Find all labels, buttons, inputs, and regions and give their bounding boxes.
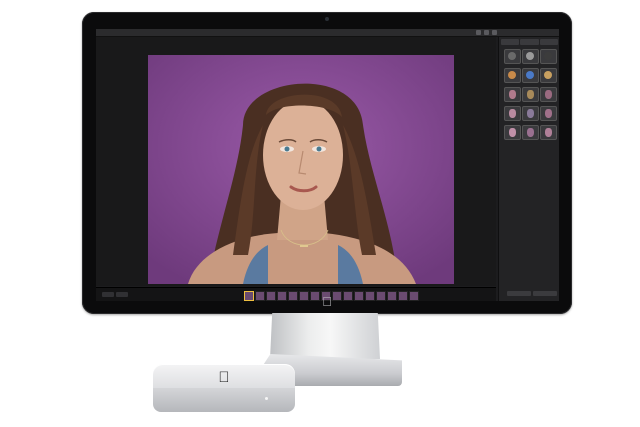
filmstrip-thumbnail[interactable] [277,291,287,301]
apple-logo-icon:  [216,370,232,386]
screen [96,29,559,301]
preset-thumbnail[interactable] [540,87,557,102]
preset-grid [504,49,557,140]
filmstrip-thumbnail[interactable] [288,291,298,301]
tab-adjust[interactable] [539,39,558,45]
filmstrip-thumbnail[interactable] [255,291,265,301]
view-toggle[interactable] [116,292,128,297]
filmstrip-thumbnail[interactable] [376,291,386,301]
preset-face-icon [545,90,552,99]
preset-thumbnail[interactable] [540,106,557,121]
preset-thumbnail[interactable] [522,68,539,83]
tab-presets[interactable] [501,39,520,45]
preset-thumbnail[interactable] [522,106,539,121]
preset-thumbnail[interactable] [504,49,521,64]
mac-mini-top:  [153,364,295,390]
toolbar-icon[interactable] [484,30,489,35]
preset-thumbnail[interactable] [522,87,539,102]
power-led-icon [265,397,268,400]
toolbar-icon[interactable] [492,30,497,35]
zoom-slider[interactable] [102,292,114,297]
portrait-illustration [148,55,454,284]
display-monitor:  [82,12,572,314]
preset-swatch-icon [544,71,552,79]
panel-button[interactable] [533,291,557,296]
preset-face-icon [509,109,516,118]
preset-swatch-icon [508,52,516,60]
filmstrip-thumbnail[interactable] [387,291,397,301]
apple-logo-icon:  [320,295,334,309]
filmstrip-thumbnail[interactable] [409,291,419,301]
filmstrip[interactable] [96,287,496,301]
tab-effects[interactable] [520,39,539,45]
preset-face-icon [527,128,534,137]
preset-thumbnail[interactable] [504,106,521,121]
mac-mini:  [153,364,295,414]
app-titlebar [96,29,559,37]
preset-thumbnail[interactable] [540,125,557,140]
filmstrip-thumbnail[interactable] [365,291,375,301]
filmstrip-thumbnail[interactable] [299,291,309,301]
preset-face-icon [545,109,552,118]
toolbar-icon[interactable] [476,30,481,35]
preset-face-icon [509,128,516,137]
preset-thumbnail[interactable] [522,125,539,140]
preset-thumbnail[interactable] [504,125,521,140]
adjustments-panel [498,37,559,301]
preset-swatch-icon [526,71,534,79]
filmstrip-thumbnail[interactable] [398,291,408,301]
portrait-photo [148,55,454,284]
filmstrip-thumbnail[interactable] [244,291,254,301]
panel-button[interactable] [507,291,531,296]
photo-canvas [96,37,496,286]
preset-swatch-icon [508,71,516,79]
filmstrip-thumbnail[interactable] [354,291,364,301]
preset-face-icon [509,90,516,99]
preset-thumbnail[interactable] [504,87,521,102]
panel-tabs [501,39,558,45]
monitor-stand [270,313,380,359]
preset-swatch-icon [526,52,534,60]
filmstrip-thumbnail[interactable] [310,291,320,301]
preset-thumbnail[interactable] [540,49,557,64]
preset-face-icon [545,128,552,137]
preset-thumbnail[interactable] [522,49,539,64]
mac-mini-front [153,388,295,412]
preset-swatch-icon [544,52,552,60]
filmstrip-thumbnail[interactable] [266,291,276,301]
preset-face-icon [527,90,534,99]
preset-face-icon [527,109,534,118]
preset-thumbnail[interactable] [540,68,557,83]
filmstrip-thumbnail[interactable] [343,291,353,301]
preset-thumbnail[interactable] [504,68,521,83]
camera-icon [325,17,329,21]
